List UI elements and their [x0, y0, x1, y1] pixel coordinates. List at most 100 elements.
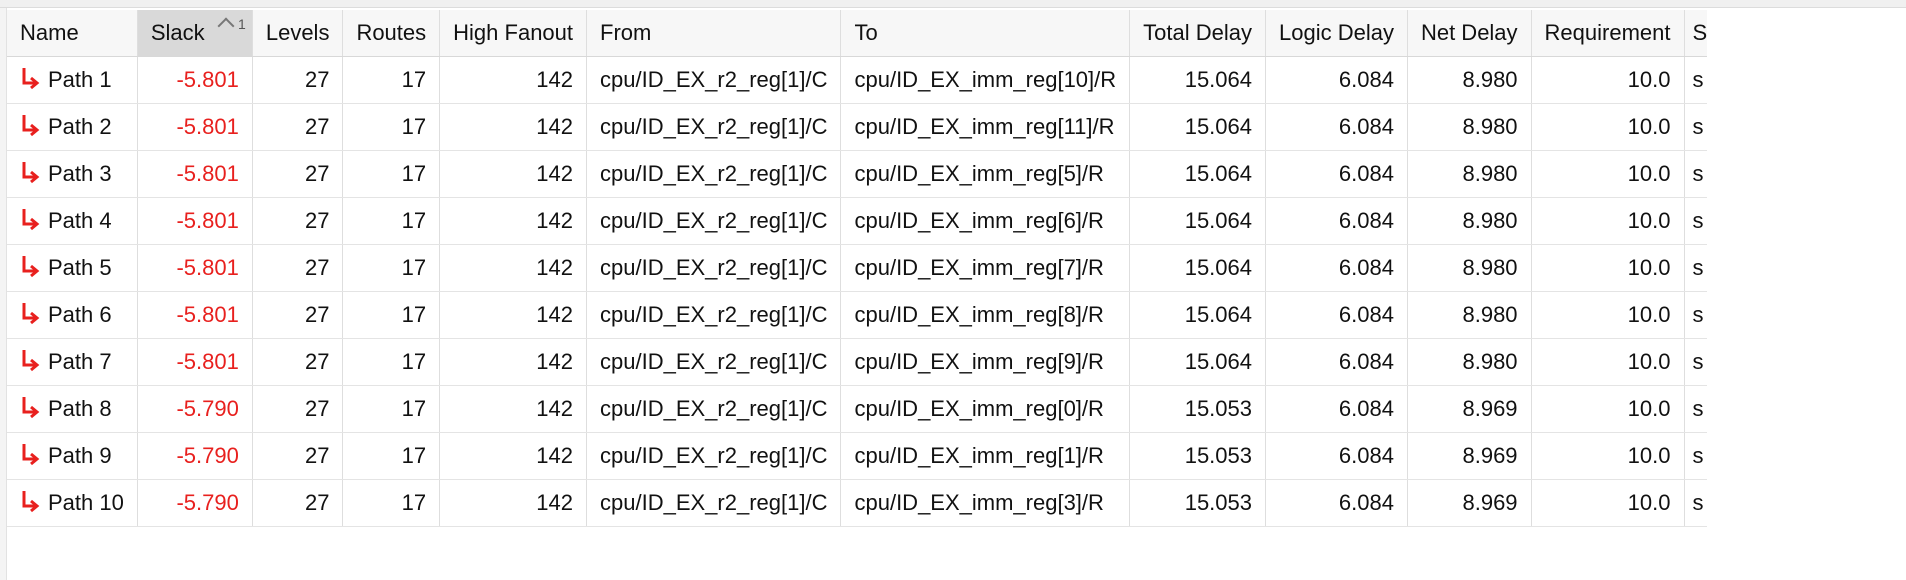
column-header-label: To — [854, 20, 878, 45]
column-header-label: S — [1692, 20, 1708, 45]
column-header-name[interactable]: Name — [7, 10, 138, 57]
column-header-label: Routes — [356, 20, 427, 45]
cell-from: cpu/ID_EX_r2_reg[1]/C — [586, 103, 842, 151]
table-row[interactable]: Path 9 -5.790 27 17 142 cpu/ID_EX_r2_reg[1]/C… — [7, 432, 1708, 480]
path-name: Path 1 — [48, 67, 112, 92]
sort-indicator: 1 — [217, 16, 246, 35]
cell-logic-delay: 6.084 — [1265, 244, 1408, 292]
cell-requirement: 10.0 — [1531, 432, 1685, 480]
cell-routes: 17 — [342, 56, 441, 104]
cell-routes: 17 — [342, 338, 441, 386]
panel-top-border — [0, 0, 1906, 8]
column-header-to[interactable]: To — [840, 10, 1131, 57]
cell-levels: 27 — [252, 291, 344, 339]
timing-paths-table: Name Slack 1 Levels Routes High Fanout F… — [7, 10, 1708, 527]
cell-from: cpu/ID_EX_r2_reg[1]/C — [586, 338, 842, 386]
column-header-high-fanout[interactable]: High Fanout — [439, 10, 588, 57]
cell-net-delay: 8.969 — [1407, 479, 1532, 527]
cell-total-delay: 15.064 — [1129, 150, 1266, 198]
path-name: Path 2 — [48, 114, 112, 139]
column-header-label: Name — [20, 20, 79, 45]
cell-name[interactable]: Path 7 — [7, 338, 138, 386]
table-row[interactable]: Path 2 -5.801 27 17 142 cpu/ID_EX_r2_reg[1]/C… — [7, 103, 1708, 151]
cell-total-delay: 15.064 — [1129, 291, 1266, 339]
column-header-requirement[interactable]: Requirement — [1531, 10, 1685, 57]
cell-net-delay: 8.980 — [1407, 338, 1532, 386]
cell-requirement: 10.0 — [1531, 103, 1685, 151]
cell-slack: -5.801 — [137, 291, 253, 339]
cell-partial: s — [1684, 432, 1708, 480]
cell-requirement: 10.0 — [1531, 479, 1685, 527]
table-row[interactable]: Path 10 -5.790 27 17 142 cpu/ID_EX_r2_reg[1]/… — [7, 479, 1708, 527]
cell-partial: s — [1684, 56, 1708, 104]
cell-requirement: 10.0 — [1531, 244, 1685, 292]
cell-requirement: 10.0 — [1531, 338, 1685, 386]
cell-to: cpu/ID_EX_imm_reg[0]/R — [840, 385, 1131, 433]
column-header-label: High Fanout — [453, 20, 574, 45]
cell-name[interactable]: Path 3 — [7, 150, 138, 198]
cell-routes: 17 — [342, 244, 441, 292]
table-row[interactable]: Path 3 -5.801 27 17 142 cpu/ID_EX_r2_reg[1]/C… — [7, 150, 1708, 198]
header-row: Name Slack 1 Levels Routes High Fanout F… — [7, 10, 1708, 57]
cell-high-fanout: 142 — [439, 244, 588, 292]
path-name: Path 9 — [48, 443, 112, 468]
column-header-from[interactable]: From — [586, 10, 842, 57]
cell-levels: 27 — [252, 479, 344, 527]
column-header-partial[interactable]: S — [1684, 10, 1708, 57]
cell-net-delay: 8.980 — [1407, 291, 1532, 339]
cell-requirement: 10.0 — [1531, 291, 1685, 339]
cell-from: cpu/ID_EX_r2_reg[1]/C — [586, 150, 842, 198]
cell-partial: s — [1684, 244, 1708, 292]
cell-name[interactable]: Path 10 — [7, 479, 138, 527]
column-header-routes[interactable]: Routes — [342, 10, 441, 57]
cell-from: cpu/ID_EX_r2_reg[1]/C — [586, 385, 842, 433]
cell-logic-delay: 6.084 — [1265, 56, 1408, 104]
column-header-total-delay[interactable]: Total Delay — [1129, 10, 1266, 57]
table-row[interactable]: Path 6 -5.801 27 17 142 cpu/ID_EX_r2_reg[1]/C… — [7, 291, 1708, 339]
table-row[interactable]: Path 5 -5.801 27 17 142 cpu/ID_EX_r2_reg[1]/C… — [7, 244, 1708, 292]
cell-total-delay: 15.053 — [1129, 432, 1266, 480]
column-header-logic-delay[interactable]: Logic Delay — [1265, 10, 1408, 57]
column-header-levels[interactable]: Levels — [252, 10, 344, 57]
cell-to: cpu/ID_EX_imm_reg[1]/R — [840, 432, 1131, 480]
failing-path-arrow-icon — [20, 161, 40, 184]
path-name: Path 8 — [48, 396, 112, 421]
cell-net-delay: 8.980 — [1407, 197, 1532, 245]
table-row[interactable]: Path 8 -5.790 27 17 142 cpu/ID_EX_r2_reg[1]/C… — [7, 385, 1708, 433]
table-row[interactable]: Path 7 -5.801 27 17 142 cpu/ID_EX_r2_reg[1]/C… — [7, 338, 1708, 386]
cell-high-fanout: 142 — [439, 479, 588, 527]
cell-high-fanout: 142 — [439, 338, 588, 386]
cell-name[interactable]: Path 2 — [7, 103, 138, 151]
cell-name[interactable]: Path 4 — [7, 197, 138, 245]
column-header-slack[interactable]: Slack 1 — [137, 10, 253, 57]
cell-slack: -5.801 — [137, 197, 253, 245]
table-row[interactable]: Path 4 -5.801 27 17 142 cpu/ID_EX_r2_reg[1]/C… — [7, 197, 1708, 245]
column-header-net-delay[interactable]: Net Delay — [1407, 10, 1532, 57]
cell-net-delay: 8.980 — [1407, 103, 1532, 151]
cell-name[interactable]: Path 5 — [7, 244, 138, 292]
path-name: Path 5 — [48, 255, 112, 280]
cell-name[interactable]: Path 9 — [7, 432, 138, 480]
path-name: Path 3 — [48, 161, 112, 186]
cell-partial: s — [1684, 291, 1708, 339]
cell-to: cpu/ID_EX_imm_reg[11]/R — [840, 103, 1131, 151]
table-row[interactable]: Path 1 -5.801 27 17 142 cpu/ID_EX_r2_reg[1]/C… — [7, 56, 1708, 104]
cell-high-fanout: 142 — [439, 150, 588, 198]
cell-requirement: 10.0 — [1531, 197, 1685, 245]
column-header-label: Slack — [150, 20, 205, 45]
failing-path-arrow-icon — [20, 490, 40, 513]
cell-total-delay: 15.064 — [1129, 338, 1266, 386]
cell-partial: s — [1684, 150, 1708, 198]
cell-partial: s — [1684, 338, 1708, 386]
cell-total-delay: 15.064 — [1129, 56, 1266, 104]
cell-logic-delay: 6.084 — [1265, 291, 1408, 339]
cell-slack: -5.801 — [137, 338, 253, 386]
timing-paths-panel: Name Slack 1 Levels Routes High Fanout F… — [0, 0, 1906, 580]
cell-logic-delay: 6.084 — [1265, 479, 1408, 527]
path-name: Path 4 — [48, 208, 112, 233]
cell-name[interactable]: Path 1 — [7, 56, 138, 104]
column-header-label: Net Delay — [1420, 20, 1518, 45]
cell-name[interactable]: Path 8 — [7, 385, 138, 433]
cell-name[interactable]: Path 6 — [7, 291, 138, 339]
cell-partial: s — [1684, 197, 1708, 245]
